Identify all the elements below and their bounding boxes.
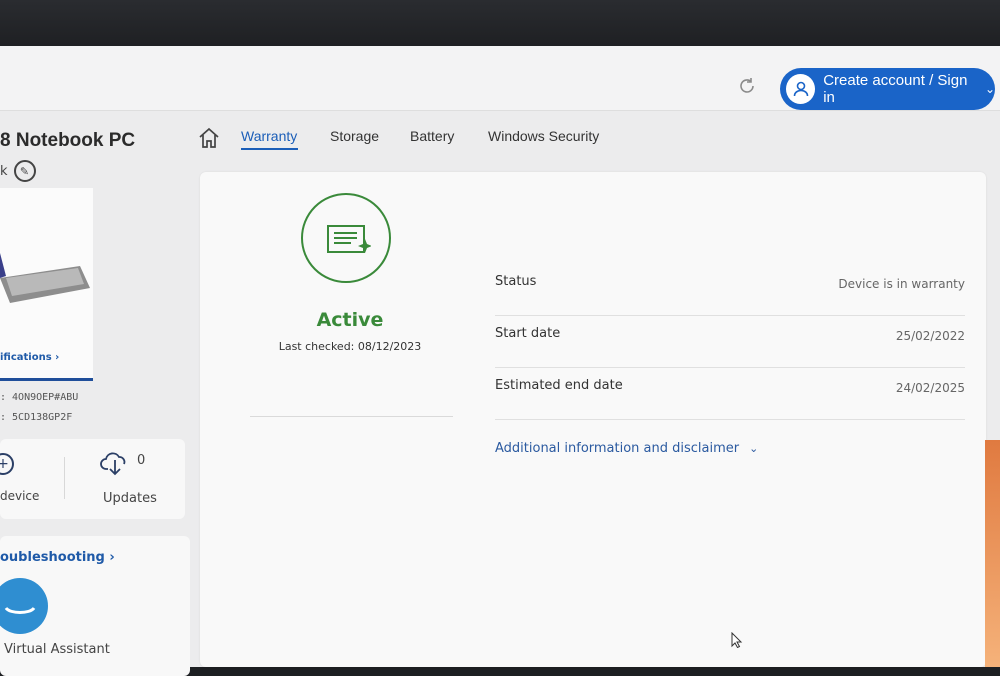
active-tab-indicator: [241, 148, 298, 150]
cloud-download-icon[interactable]: [100, 449, 130, 477]
product-number: : 4ON9OEP#ABU: [0, 392, 79, 403]
row-value: 24/02/2025: [895, 381, 965, 395]
warranty-state: Active: [316, 309, 384, 331]
signin-label: Create account / Sign in: [823, 72, 968, 106]
disclaimer-label: Additional information and disclaimer: [495, 441, 740, 456]
warranty-row-status: Status Device is in warranty: [495, 264, 965, 316]
divider: [250, 416, 453, 417]
row-divider: [495, 419, 965, 420]
specifications-link[interactable]: ifications ›: [0, 352, 59, 363]
support-card: oubleshooting › Virtual Assistant: [0, 536, 190, 676]
top-bar: Create account / Sign in ⌄: [0, 46, 1000, 111]
last-checked-text: Last checked: 08/12/2023: [278, 340, 422, 353]
row-value: Device is in warranty: [838, 277, 965, 291]
device-title: 8 Notebook PC: [0, 130, 136, 151]
divider: [64, 457, 65, 499]
warranty-row-start-date: Start date 25/02/2022: [495, 316, 965, 368]
row-label: Estimated end date: [495, 378, 623, 393]
virtual-assistant-icon[interactable]: [0, 578, 48, 634]
warranty-status-badge: [301, 193, 391, 283]
background-glow: [985, 440, 1000, 667]
add-device-label[interactable]: device: [0, 489, 39, 503]
device-actions-card: + device 0 Updates: [0, 439, 185, 519]
warranty-card: Active Last checked: 08/12/2023 Status D…: [200, 172, 986, 667]
add-device-icon[interactable]: +: [0, 453, 14, 475]
tab-storage[interactable]: Storage: [330, 128, 379, 144]
updates-count: 0: [137, 453, 146, 468]
tab-battery[interactable]: Battery: [410, 128, 454, 144]
row-value: 25/02/2022: [895, 329, 965, 343]
laptop-image: [0, 253, 90, 303]
app-window: — Create account / Sign in ⌄ 8 Notebook …: [0, 40, 1000, 676]
user-icon: [786, 74, 816, 104]
chevron-down-icon: ⌄: [984, 82, 995, 96]
edit-icon[interactable]: ✎: [13, 160, 36, 182]
signin-button[interactable]: Create account / Sign in ⌄: [780, 68, 995, 110]
device-subtitle: k: [0, 163, 8, 179]
row-label: Start date: [495, 326, 561, 341]
chevron-down-icon: ⌄: [749, 442, 759, 455]
tab-windows-security[interactable]: Windows Security: [488, 128, 599, 144]
warranty-certificate-icon: [327, 225, 371, 253]
row-label: Status: [495, 274, 537, 289]
home-icon[interactable]: [197, 126, 221, 150]
device-name-row: k ✎: [0, 160, 36, 182]
tab-warranty[interactable]: Warranty: [241, 128, 297, 144]
refresh-icon[interactable]: [737, 76, 757, 96]
warranty-row-end-date: Estimated end date 24/02/2025: [495, 368, 965, 420]
updates-label[interactable]: Updates: [103, 491, 157, 506]
serial-number: : 5CD138GP2F: [0, 412, 73, 423]
mouse-cursor-icon: [731, 632, 743, 648]
troubleshooting-link[interactable]: oubleshooting ›: [0, 550, 115, 565]
disclaimer-toggle[interactable]: Additional information and disclaimer ⌄: [495, 441, 758, 456]
virtual-assistant-label[interactable]: Virtual Assistant: [4, 642, 110, 657]
